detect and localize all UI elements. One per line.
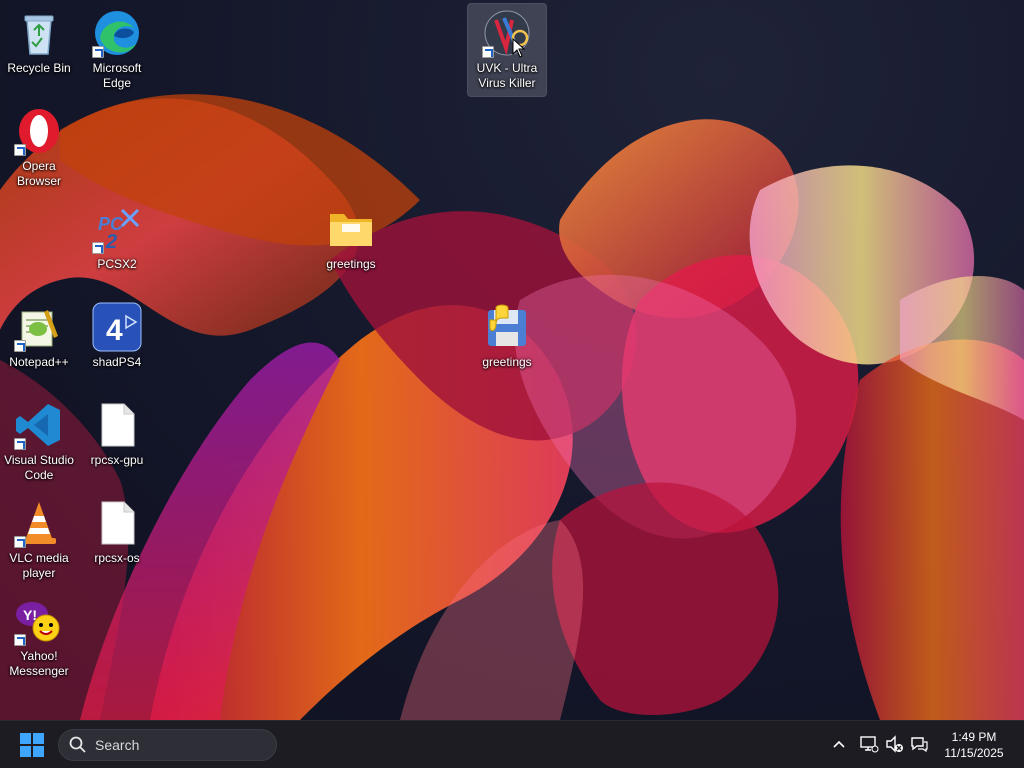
network-icon (860, 736, 879, 753)
taskbar-clock[interactable]: 1:49 PM 11/15/2025 (932, 729, 1016, 761)
desktop-icon-opera[interactable]: Opera Browser (0, 102, 78, 194)
volume-muted-icon (886, 735, 903, 753)
show-hidden-icons-button[interactable] (828, 733, 850, 755)
icon-label: Opera Browser (16, 159, 61, 188)
start-button[interactable] (14, 731, 50, 759)
icon-label: rpcsx-os (94, 551, 140, 565)
desktop-icon-edge[interactable]: Microsoft Edge (78, 4, 156, 96)
svg-text:4: 4 (106, 314, 123, 347)
shortcut-arrow-icon (92, 46, 104, 58)
search-icon (69, 736, 86, 753)
taskbar-search-box[interactable]: Search (58, 729, 277, 761)
vscode-icon (14, 400, 64, 450)
chevron-up-icon (833, 740, 845, 748)
desktop-icon-yahoo-messenger[interactable]: Y! Yahoo! Messenger (0, 592, 78, 684)
icon-label: Microsoft Edge (92, 61, 142, 90)
desktop[interactable]: Recycle Bin Opera Browser Notepad++ Visu… (0, 0, 1024, 720)
svg-text:2: 2 (105, 231, 117, 253)
shortcut-arrow-icon (14, 144, 26, 156)
shortcut-arrow-icon (482, 46, 494, 58)
search-label: Search (95, 737, 140, 753)
chat-bubble-icon (911, 737, 928, 753)
desktop-icon-greetings-folder[interactable]: greetings (312, 200, 390, 292)
notifications-button[interactable] (908, 733, 930, 755)
python-file-icon (482, 302, 532, 352)
desktop-icon-vlc[interactable]: VLC media player (0, 494, 78, 586)
mouse-cursor-icon (512, 38, 526, 58)
clock-time: 1:49 PM (951, 730, 997, 744)
desktop-icon-recycle-bin[interactable]: Recycle Bin (0, 4, 78, 96)
desktop-icon-greetings-python[interactable]: greetings (468, 298, 546, 390)
vlc-icon (14, 498, 64, 548)
icon-label: Visual Studio Code (4, 453, 74, 482)
opera-icon (14, 106, 64, 156)
icon-label: rpcsx-gpu (90, 453, 144, 467)
shortcut-arrow-icon (14, 340, 26, 352)
icon-label: PCSX2 (97, 257, 137, 271)
volume-button[interactable] (884, 733, 906, 755)
shortcut-arrow-icon (14, 634, 26, 646)
recycle-bin-icon (14, 8, 64, 58)
icon-label: UVK - Ultra Virus Killer (476, 61, 538, 90)
icon-label: shadPS4 (92, 355, 142, 369)
taskbar: Search 1:49 PM 11/15/2025 (0, 720, 1024, 768)
pcsx2-icon: PC 2 (92, 204, 142, 254)
yahoo-messenger-icon: Y! (14, 596, 64, 646)
file-icon (92, 400, 142, 450)
clock-date: 11/15/2025 (944, 746, 1004, 760)
edge-icon (92, 8, 142, 58)
shortcut-arrow-icon (92, 242, 104, 254)
shadps4-icon: 4 (92, 302, 142, 352)
desktop-icon-shadps4[interactable]: 4 shadPS4 (78, 298, 156, 390)
icon-label: Recycle Bin (7, 61, 71, 75)
icon-label: VLC media player (9, 551, 69, 580)
icon-label: greetings (482, 355, 532, 369)
desktop-icon-notepadpp[interactable]: Notepad++ (0, 298, 78, 390)
desktop-icon-vscode[interactable]: Visual Studio Code (0, 396, 78, 488)
file-icon (92, 498, 142, 548)
folder-icon (326, 204, 376, 254)
notepadpp-icon (14, 302, 64, 352)
desktop-icon-rpcsx-gpu[interactable]: rpcsx-gpu (78, 396, 156, 488)
shortcut-arrow-icon (14, 536, 26, 548)
network-status-button[interactable] (858, 733, 880, 755)
desktop-icon-uvk[interactable]: UVK - Ultra Virus Killer (467, 3, 547, 97)
desktop-icon-pcsx2[interactable]: PC 2 PCSX2 (78, 200, 156, 292)
shortcut-arrow-icon (14, 438, 26, 450)
icon-label: Yahoo! Messenger (9, 649, 69, 678)
icon-label: Notepad++ (9, 355, 69, 369)
desktop-icon-rpcsx-os[interactable]: rpcsx-os (78, 494, 156, 586)
icon-label: greetings (326, 257, 376, 271)
windows-logo-icon (20, 733, 44, 757)
